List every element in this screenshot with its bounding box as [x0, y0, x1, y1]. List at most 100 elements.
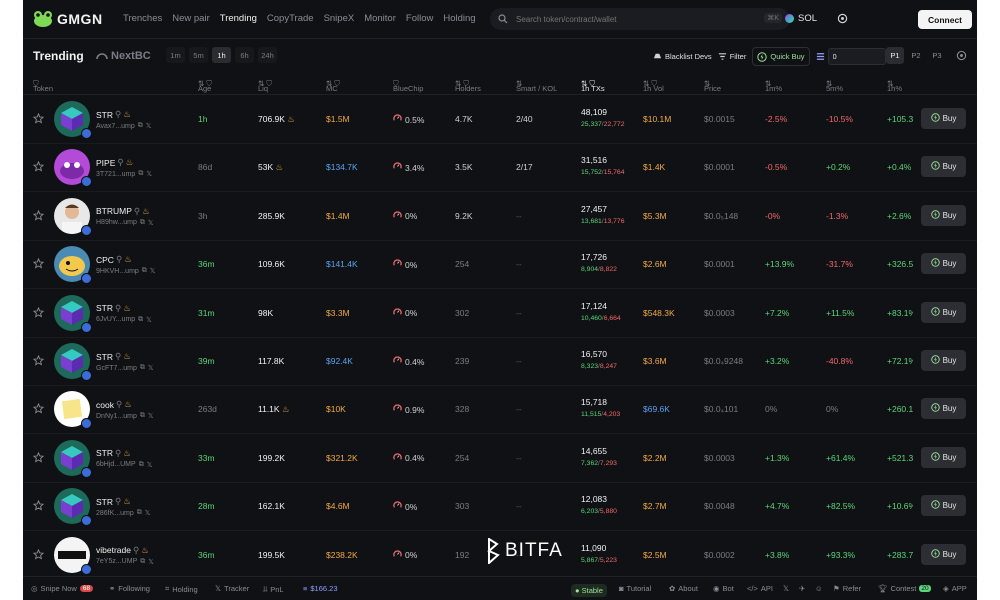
star-icon[interactable] [32, 161, 45, 174]
timeframe-5m[interactable]: 5m [189, 47, 208, 63]
x-icon[interactable]: 𝕏 [146, 122, 152, 130]
token-symbol[interactable]: cook ⚲ ♨ [96, 399, 132, 410]
tab-nextbc[interactable]: NextBC [96, 50, 151, 62]
header-h1[interactable]: 1h% ⇅ [887, 79, 902, 93]
quick-buy-input[interactable] [827, 48, 886, 65]
search-bar[interactable]: ⌘K [490, 8, 790, 30]
token-symbol[interactable]: STR ⚲ ♨ [96, 109, 131, 120]
star-icon[interactable] [32, 306, 45, 320]
token-symbol[interactable]: PIPE ⚲ ♨ [96, 157, 133, 168]
table-row[interactable]: cook ⚲ ♨ DnNy1...ump ⧉ 𝕏 263d 11.1K ♨ $10K 0.9% 32… [23, 385, 977, 435]
copy-icon[interactable]: ⧉ [138, 316, 143, 324]
buy-button[interactable]: Buy [921, 350, 966, 371]
token-address[interactable]: 6JvUY...ump ⧉ 𝕏 [96, 316, 152, 324]
star-icon[interactable] [32, 112, 45, 126]
token-address[interactable]: 6bHjd...UMP ⧉ 𝕏 [96, 461, 152, 469]
search-icon[interactable]: ⚲ [116, 399, 122, 410]
header-price[interactable]: Price ⇅ [704, 79, 721, 93]
page-p3[interactable]: P3 [928, 47, 946, 64]
star-icon[interactable] [32, 548, 45, 562]
nav-snipex[interactable]: SnipeX [324, 13, 355, 24]
table-row[interactable]: STR ⚲ ♨ Avax7...ump ⧉ 𝕏 1h 706.9K ♨ $1.5M 0.5% 4.7… [23, 95, 977, 144]
gear-icon[interactable] [837, 13, 848, 24]
app-link[interactable]: ◈ APP [943, 584, 967, 593]
copy-icon[interactable]: ⧉ [137, 509, 142, 517]
buy-button[interactable]: Buy [921, 543, 966, 565]
tracker-button[interactable]: 𝕏 Tracker [215, 584, 249, 593]
page-p2[interactable]: P2 [907, 47, 925, 64]
nav-copytrade[interactable]: CopyTrade [267, 13, 314, 24]
contest-link[interactable]: 🏆︎ Contest 20 [878, 584, 931, 593]
table-row[interactable]: CPC ⚲ ♨ 9HKVH...ump ⧉ 𝕏 36m 109.6K $141.4K 0% 254 -… [23, 240, 977, 290]
telegram-icon[interactable]: ✈ [799, 584, 805, 593]
header-bluechip[interactable]: BlueChip ⛉ [393, 79, 423, 93]
token-address[interactable]: GcFT7...ump ⧉ 𝕏 [96, 364, 153, 372]
search-icon[interactable]: ⚲ [115, 303, 121, 314]
x-icon[interactable]: 𝕏 [147, 461, 153, 469]
copy-icon[interactable]: ⧉ [138, 170, 143, 178]
table-row[interactable]: STR ⚲ ♨ GcFT7...ump ⧉ 𝕏 39m 117.8K $92.4K 0.4% 239… [23, 337, 977, 386]
nav-holding[interactable]: Holding [443, 13, 475, 24]
search-icon[interactable]: ⚲ [115, 351, 121, 362]
token-address[interactable]: 7eY5z...UMP ⧉ 𝕏 [96, 558, 154, 566]
nav-new-pair[interactable]: New pair [172, 13, 210, 24]
table-row[interactable]: STR ⚲ ♨ 286fK...ump ⧉ 𝕏 28m 162.1K $4.6M 0% 303 -- 1… [23, 482, 977, 532]
about-link[interactable]: ✿ About [669, 584, 698, 593]
buy-button[interactable]: Buy [921, 108, 966, 129]
search-input[interactable] [514, 13, 738, 25]
holding-button[interactable]: ⌗ Holding [165, 584, 198, 594]
nav-monitor[interactable]: Monitor [364, 13, 396, 24]
buy-button[interactable]: Buy [921, 204, 966, 226]
table-row[interactable]: STR ⚲ ♨ 6JvUY...ump ⧉ 𝕏 31m 98K $3.3M 0% 302 -- 17,1… [23, 289, 977, 338]
header-token[interactable]: Token ⛉ [33, 79, 53, 93]
refer-link[interactable]: ⚑ Refer [833, 584, 861, 593]
token-symbol[interactable]: CPC ⚲ ♨ [96, 254, 132, 265]
header-holders[interactable]: Holders ⇅ ⛉ [455, 79, 481, 93]
nav-trending[interactable]: Trending [220, 13, 257, 24]
x-social-icon[interactable]: 𝕏 [783, 584, 789, 593]
filter-button[interactable]: Filter [718, 48, 746, 65]
token-symbol[interactable]: BTRUMP ⚲ ♨ [96, 206, 150, 217]
search-icon[interactable]: ⚲ [117, 157, 123, 168]
x-icon[interactable]: 𝕏 [148, 364, 154, 372]
page-p1[interactable]: P1 [886, 47, 904, 64]
timeframe-6h[interactable]: 6h [235, 47, 254, 63]
token-symbol[interactable]: STR ⚲ ♨ [96, 496, 131, 507]
x-icon[interactable]: 𝕏 [148, 412, 154, 420]
stable-status[interactable]: ● Stable [571, 584, 607, 597]
table-row[interactable]: PIPE ⚲ ♨ 3T721...ump ⧉ 𝕏 86d 53K ♨ $134.7K 3.4% 3.… [23, 143, 977, 193]
star-icon[interactable] [32, 354, 45, 368]
timeframe-1m[interactable]: 1m [166, 47, 185, 63]
token-symbol[interactable]: STR ⚲ ♨ [96, 351, 131, 362]
quick-buy-button[interactable]: Quick Buy [752, 47, 810, 66]
header-m5[interactable]: 5m% ⇅ [826, 79, 843, 93]
timeframe-24h[interactable]: 24h [258, 47, 277, 63]
search-icon[interactable]: ⚲ [134, 206, 140, 217]
buy-button[interactable]: Buy [921, 253, 966, 275]
search-icon[interactable]: ⚲ [116, 254, 122, 265]
buy-button[interactable]: Buy [921, 398, 966, 420]
copy-icon[interactable]: ⧉ [140, 219, 145, 227]
buy-button[interactable]: Buy [921, 446, 966, 468]
copy-icon[interactable]: ⧉ [142, 267, 147, 275]
blacklist-devs-button[interactable]: Blacklist Devs [653, 48, 712, 65]
header-txs[interactable]: 1h TXs ⇅ ⛉ [581, 79, 605, 93]
x-icon[interactable]: 𝕏 [146, 170, 152, 178]
nav-follow[interactable]: Follow [406, 13, 433, 24]
settings-icon[interactable] [956, 50, 967, 61]
star-icon[interactable] [32, 499, 45, 513]
copy-icon[interactable]: ⧉ [140, 364, 145, 372]
table-row[interactable]: STR ⚲ ♨ 6bHjd...UMP ⧉ 𝕏 33m 199.2K $321.2K 0.4% 25… [23, 434, 977, 483]
following-button[interactable]: ⚭ Following [109, 584, 150, 593]
token-address[interactable]: Avax7...ump ⧉ 𝕏 [96, 122, 151, 130]
x-icon[interactable]: 𝕏 [146, 316, 152, 324]
copy-icon[interactable]: ⧉ [140, 558, 145, 566]
header-liq[interactable]: Liq ⇅ ⛉ [258, 79, 272, 93]
pnl-button[interactable]: ⫫ PnL [263, 584, 284, 594]
api-link[interactable]: </> API [747, 584, 773, 593]
star-icon[interactable] [32, 403, 45, 416]
token-address[interactable]: H89hw...ump ⧉ 𝕏 [96, 219, 154, 227]
nav-trenches[interactable]: Trenches [123, 13, 162, 24]
copy-icon[interactable]: ⧉ [139, 461, 144, 469]
buy-button[interactable]: Buy [921, 156, 966, 178]
